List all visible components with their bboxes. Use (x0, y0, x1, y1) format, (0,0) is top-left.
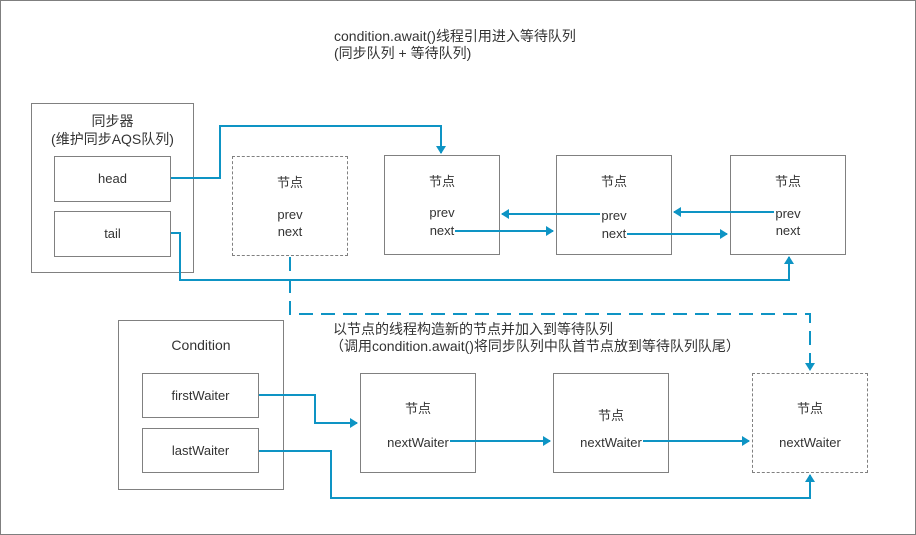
move-to-wait-queue-arrow (289, 257, 815, 371)
diagram-canvas: condition.await()线程引用进入等待队列 (同步队列 + 等待队列… (0, 0, 916, 535)
head-to-first-node-arrow (171, 125, 446, 179)
connectors-layer (171, 125, 815, 499)
last-waiter-arrow (259, 450, 815, 499)
tail-to-last-node-arrow (171, 232, 794, 281)
first-waiter-arrow (259, 394, 358, 428)
